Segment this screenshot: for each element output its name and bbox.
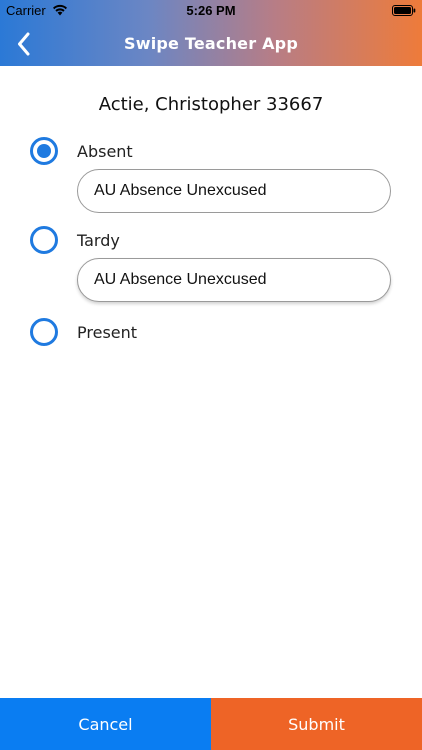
submit-button[interactable]: Submit: [211, 698, 422, 750]
option-tardy[interactable]: Tardy: [30, 224, 120, 256]
status-bar: Carrier 5:26 PM: [0, 0, 422, 22]
radio-tardy[interactable]: [30, 226, 58, 254]
battery-icon: [392, 5, 416, 16]
radio-present[interactable]: [30, 318, 58, 346]
radio-selected-dot: [37, 144, 51, 158]
app-header: Carrier 5:26 PM Swipe Teacher App: [0, 0, 422, 66]
nav-title: Swipe Teacher App: [124, 34, 298, 53]
option-present[interactable]: Present: [30, 316, 137, 348]
student-name: Actie, Christopher 33667: [98, 94, 324, 115]
navigation-bar: Swipe Teacher App: [0, 22, 422, 66]
cancel-button[interactable]: Cancel: [0, 698, 211, 750]
app-screen: Carrier 5:26 PM Swipe Teacher App Actie,: [0, 0, 422, 750]
tardy-reason-select[interactable]: AU Absence Unexcused: [77, 258, 391, 302]
option-tardy-label: Tardy: [77, 230, 120, 250]
action-bar: Cancel Submit: [0, 698, 422, 750]
option-absent-label: Absent: [77, 141, 133, 161]
radio-absent[interactable]: [30, 137, 58, 165]
status-time: 5:26 PM: [186, 3, 236, 18]
option-present-label: Present: [77, 322, 138, 342]
option-absent[interactable]: Absent: [30, 135, 133, 167]
absent-reason-select[interactable]: AU Absence Unexcused: [77, 169, 391, 213]
